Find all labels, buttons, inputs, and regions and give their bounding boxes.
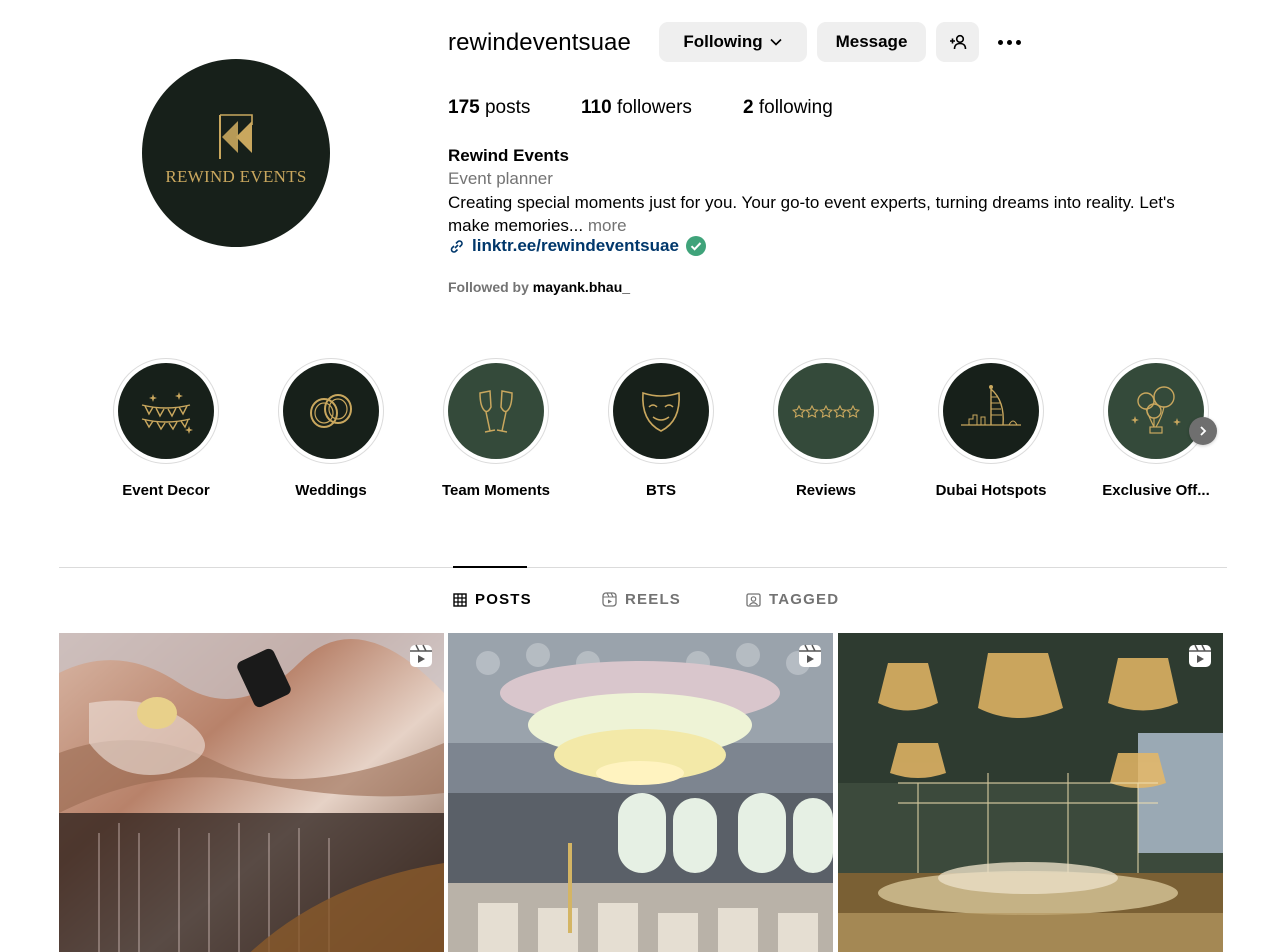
highlight-team-moments[interactable]: Team Moments: [426, 358, 566, 499]
reel-icon: [410, 644, 432, 667]
tabs-divider: [59, 567, 1227, 568]
reel-icon: [1189, 644, 1211, 667]
post-image: [59, 633, 444, 952]
followed-by: Followed by mayank.bhau_: [448, 279, 631, 295]
link-icon: [450, 239, 463, 253]
bio-category: Event planner: [448, 169, 553, 188]
post-thumbnail[interactable]: [59, 633, 444, 952]
highlight-label: Event Decor: [122, 482, 210, 499]
verified-icon: [685, 236, 706, 256]
highlight-label: Team Moments: [441, 482, 551, 499]
tab-tagged[interactable]: TAGGED: [746, 591, 839, 608]
active-tab-indicator: [453, 566, 527, 568]
theater-mask-icon: [642, 391, 680, 432]
rewind-logo-icon: [219, 114, 253, 159]
post-thumbnail[interactable]: [838, 633, 1223, 952]
highlights-next-button[interactable]: [1189, 417, 1217, 445]
highlight-reviews[interactable]: Reviews: [756, 358, 896, 499]
followed-by-user[interactable]: mayank.bhau_: [533, 279, 630, 295]
profile-avatar[interactable]: REWIND EVENTS: [142, 59, 330, 247]
tagged-icon: [746, 593, 761, 607]
followers-count[interactable]: 110 followers: [581, 97, 692, 119]
chevron-right-icon: [1200, 426, 1207, 436]
reels-icon: [602, 592, 617, 607]
tab-posts[interactable]: POSTS: [453, 591, 532, 608]
following-count[interactable]: 2 following: [743, 97, 833, 119]
add-person-icon: [949, 34, 966, 50]
post-thumbnail[interactable]: [448, 633, 833, 952]
bio-more-link[interactable]: more: [588, 216, 627, 235]
highlight-label: Reviews: [795, 482, 857, 499]
highlight-label: Dubai Hotspots: [935, 482, 1047, 499]
grid-icon: [453, 592, 467, 607]
stars-icon: [792, 404, 860, 419]
bio-text-body: Creating special moments just for you. Y…: [448, 193, 1175, 235]
post-image: [838, 633, 1223, 952]
balloons-icon: [1131, 386, 1181, 434]
highlight-event-decor[interactable]: Event Decor: [96, 358, 236, 499]
suggest-user-button[interactable]: [936, 22, 979, 62]
tab-reels[interactable]: REELS: [602, 591, 681, 608]
highlight-weddings[interactable]: Weddings: [261, 358, 401, 499]
champagne-glasses-icon: [479, 390, 513, 433]
highlight-label: BTS: [646, 482, 676, 499]
bio-link-text: linktr.ee/rewindeventsuae: [472, 236, 679, 255]
bio-external-link[interactable]: linktr.ee/rewindeventsuae: [448, 236, 706, 256]
message-button-label: Message: [835, 32, 908, 51]
highlight-label: Exclusive Off...: [1102, 482, 1210, 499]
rings-icon: [310, 394, 352, 428]
following-button[interactable]: Following: [659, 22, 807, 62]
more-options-icon[interactable]: [994, 32, 1024, 52]
bio-name: Rewind Events: [448, 146, 569, 165]
following-button-label: Following: [683, 32, 763, 51]
burj-al-arab-icon: [961, 385, 1021, 426]
post-image: [448, 633, 833, 952]
highlight-label: Weddings: [295, 482, 367, 499]
message-button[interactable]: Message: [817, 22, 926, 62]
posts-count: 175 posts: [448, 97, 531, 118]
chevron-down-icon: [770, 38, 782, 46]
bunting-icon: [141, 392, 193, 434]
highlight-dubai-hotspots[interactable]: Dubai Hotspots: [921, 358, 1061, 499]
highlight-bts[interactable]: BTS: [591, 358, 731, 499]
profile-username: rewindeventsuae: [448, 29, 631, 56]
reel-icon: [799, 644, 821, 667]
bio-text: Creating special moments just for you. Y…: [448, 191, 1208, 237]
avatar-brand-text: REWIND EVENTS: [165, 167, 307, 186]
